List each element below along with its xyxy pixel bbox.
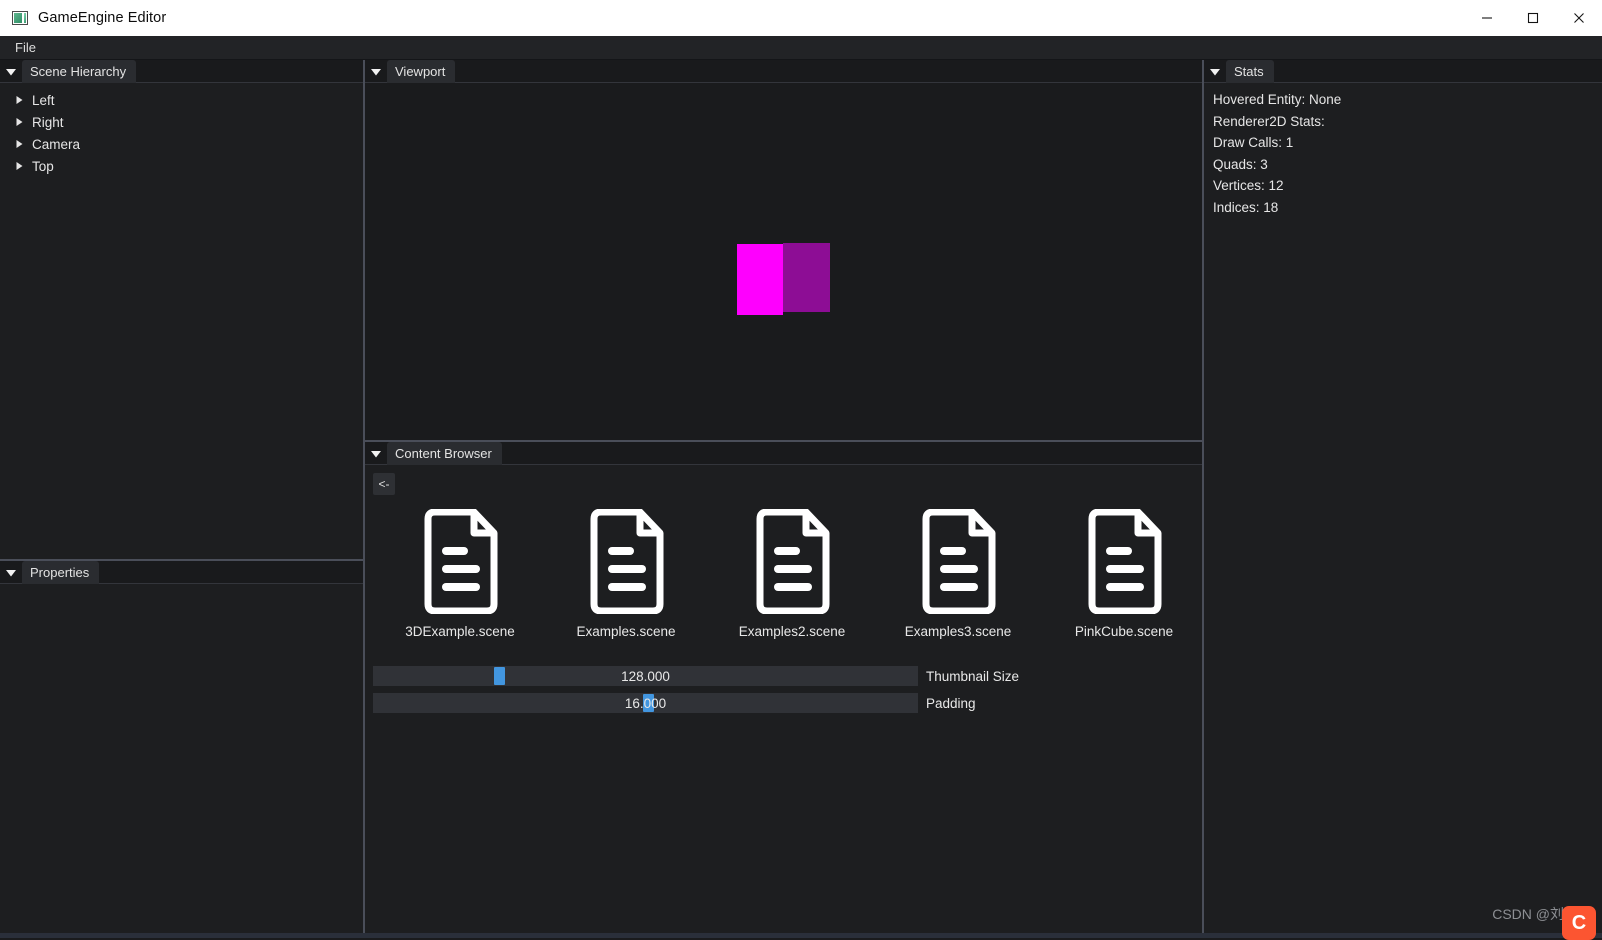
scene-hierarchy-tab[interactable]: Scene Hierarchy xyxy=(22,60,136,83)
tree-node-left[interactable]: Left xyxy=(0,89,364,111)
bottom-strip xyxy=(0,933,1602,938)
tree-node-label: Camera xyxy=(32,137,80,152)
padding-label: Padding xyxy=(926,696,976,711)
thumbnail-size-label: Thumbnail Size xyxy=(926,669,1019,684)
splitter-hierarchy-properties[interactable] xyxy=(0,559,363,561)
padding-value: 16.000 xyxy=(625,696,666,711)
editor-workspace: Scene Hierarchy Left Right Cam xyxy=(0,60,1602,938)
content-browser-tab[interactable]: Content Browser xyxy=(387,442,502,465)
file-item[interactable]: 3DExample.scene xyxy=(377,509,543,639)
stats-header: Stats xyxy=(1204,60,1602,83)
minimize-button[interactable] xyxy=(1464,0,1510,36)
close-icon xyxy=(1573,12,1585,24)
padding-slider[interactable]: 16.000 xyxy=(373,693,918,713)
document-icon xyxy=(916,509,1000,614)
panel-properties: Properties xyxy=(0,561,364,938)
tree-node-label: Right xyxy=(32,115,64,130)
tree-node-camera[interactable]: Camera xyxy=(0,133,364,155)
thumbnail-size-slider-row: 128.000 Thumbnail Size xyxy=(373,666,1019,686)
thumbnail-size-value: 128.000 xyxy=(621,669,670,684)
panel-viewport: Viewport xyxy=(365,60,1203,441)
properties-tab[interactable]: Properties xyxy=(22,561,99,584)
chevron-right-icon[interactable] xyxy=(14,161,32,171)
file-item[interactable]: PinkCube.scene xyxy=(1041,509,1203,639)
document-icon xyxy=(584,509,668,614)
stats-title: Stats xyxy=(1234,64,1264,79)
cube-edge-left xyxy=(739,247,750,313)
viewport-header: Viewport xyxy=(365,60,1203,83)
scene-hierarchy-body: Left Right Camera Top xyxy=(0,83,364,560)
file-name: 3DExample.scene xyxy=(405,624,515,639)
menu-item-file[interactable]: File xyxy=(6,37,45,59)
collapse-arrow-icon[interactable] xyxy=(365,60,387,83)
tree-node-label: Left xyxy=(32,93,55,108)
file-name: Examples.scene xyxy=(576,624,675,639)
pink-cube-object[interactable] xyxy=(737,243,830,316)
properties-title: Properties xyxy=(30,565,89,580)
viewport-canvas[interactable] xyxy=(365,83,1203,441)
stat-vertices: Vertices: 12 xyxy=(1204,175,1602,197)
stat-draw-calls: Draw Calls: 1 xyxy=(1204,132,1602,154)
slider-thumb[interactable] xyxy=(494,667,505,685)
maximize-button[interactable] xyxy=(1510,0,1556,36)
tree-node-right[interactable]: Right xyxy=(0,111,364,133)
panel-stats: Stats Hovered Entity: None Renderer2D St… xyxy=(1204,60,1602,938)
stat-indices: Indices: 18 xyxy=(1204,197,1602,219)
minimize-icon xyxy=(1481,12,1493,24)
panel-scene-hierarchy: Scene Hierarchy Left Right Cam xyxy=(0,60,364,560)
collapse-arrow-icon[interactable] xyxy=(1204,60,1226,83)
properties-body xyxy=(0,584,364,938)
stats-tab[interactable]: Stats xyxy=(1226,60,1274,83)
content-browser-title: Content Browser xyxy=(395,446,492,461)
window-controls xyxy=(1464,0,1602,36)
content-browser-body: <- 3DExample.scene xyxy=(365,465,1203,938)
scene-hierarchy-title: Scene Hierarchy xyxy=(30,64,126,79)
document-icon xyxy=(750,509,834,614)
menu-bar: File xyxy=(0,36,1602,60)
back-button[interactable]: <- xyxy=(373,473,395,495)
stat-renderer2d-heading: Renderer2D Stats: xyxy=(1204,111,1602,133)
panel-content-browser: Content Browser <- 3DExam xyxy=(365,442,1203,938)
file-name: Examples3.scene xyxy=(905,624,1012,639)
chevron-right-icon[interactable] xyxy=(14,95,32,105)
collapse-arrow-icon[interactable] xyxy=(365,442,387,465)
viewport-tab[interactable]: Viewport xyxy=(387,60,455,83)
splitter-viewport-content[interactable] xyxy=(365,440,1202,442)
window-titlebar: GameEngine Editor xyxy=(0,0,1602,36)
chevron-right-icon[interactable] xyxy=(14,117,32,127)
document-icon xyxy=(1082,509,1166,614)
padding-slider-row: 16.000 Padding xyxy=(373,693,976,713)
file-item[interactable]: Examples2.scene xyxy=(709,509,875,639)
splitter-right[interactable] xyxy=(1202,60,1204,938)
thumbnail-size-slider[interactable]: 128.000 xyxy=(373,666,918,686)
scene-hierarchy-header: Scene Hierarchy xyxy=(0,60,364,83)
splitter-left[interactable] xyxy=(363,60,365,938)
properties-header: Properties xyxy=(0,561,364,584)
file-grid: 3DExample.scene Examples.scene xyxy=(377,509,1203,639)
app-icon xyxy=(12,11,28,25)
tree-node-top[interactable]: Top xyxy=(0,155,364,177)
file-item[interactable]: Examples3.scene xyxy=(875,509,1041,639)
collapse-arrow-icon[interactable] xyxy=(0,561,22,584)
viewport-title: Viewport xyxy=(395,64,445,79)
file-name: PinkCube.scene xyxy=(1075,624,1173,639)
file-item[interactable]: Examples.scene xyxy=(543,509,709,639)
chevron-right-icon[interactable] xyxy=(14,139,32,149)
window-title: GameEngine Editor xyxy=(38,10,166,26)
document-icon xyxy=(418,509,502,614)
stat-hovered-entity: Hovered Entity: None xyxy=(1204,89,1602,111)
file-name: Examples2.scene xyxy=(739,624,846,639)
stat-quads: Quads: 3 xyxy=(1204,154,1602,176)
content-browser-header: Content Browser xyxy=(365,442,1203,465)
stats-body: Hovered Entity: None Renderer2D Stats: D… xyxy=(1204,83,1602,938)
collapse-arrow-icon[interactable] xyxy=(0,60,22,83)
close-button[interactable] xyxy=(1556,0,1602,36)
cube-edge-right xyxy=(821,247,830,309)
tree-node-label: Top xyxy=(32,159,54,174)
maximize-icon xyxy=(1527,12,1539,24)
